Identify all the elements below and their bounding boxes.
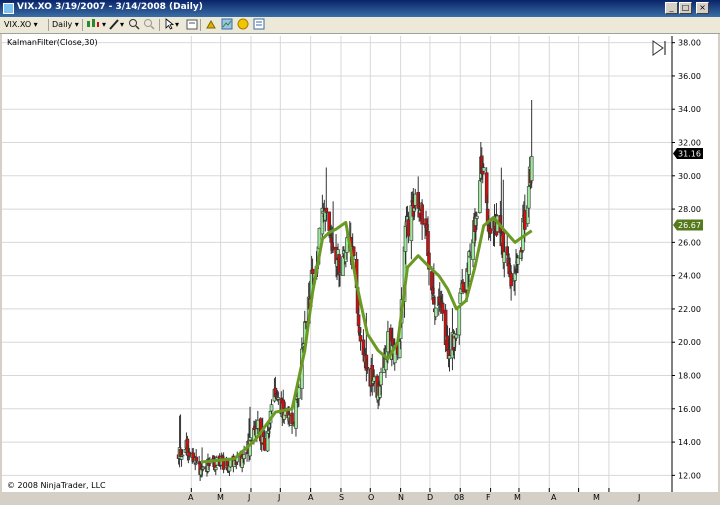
kalman-value: 26.67	[678, 221, 701, 230]
cursor-pointer-icon[interactable]	[164, 18, 175, 32]
interval-selector[interactable]: Daily ▾	[52, 18, 79, 32]
time-tick-label: D	[427, 493, 434, 502]
candlestick-series	[176, 100, 534, 481]
time-tick-label: S	[339, 493, 345, 502]
candle-bar	[529, 100, 534, 188]
interval-label: Daily	[52, 20, 73, 29]
chevron-down-icon: ▾	[74, 20, 79, 29]
chevron-down-icon[interactable]: ▾	[120, 18, 124, 32]
maximize-button[interactable]: □	[679, 2, 692, 14]
time-tick-label: J	[278, 493, 281, 502]
price-tick-label: 18.00	[678, 372, 701, 381]
chart-toolbar: VIX.XO ▾ Daily ▾ ▾ ▾ ▾	[0, 17, 720, 34]
time-tick-label: A	[551, 493, 557, 502]
price-tick-label: 30.00	[678, 172, 701, 181]
refresh-icon[interactable]	[237, 18, 249, 32]
price-tick-label: 32.00	[678, 139, 701, 148]
zoom-out-icon[interactable]	[143, 18, 155, 32]
copyright-label: © 2008 NinjaTrader, LLC	[7, 481, 106, 490]
instrument-selector[interactable]: VIX.XO ▾	[4, 18, 38, 32]
price-tick-label: 36.00	[678, 72, 701, 81]
properties-icon[interactable]	[221, 18, 233, 32]
last-price-badge: 31.16	[673, 148, 703, 159]
toolbar-divider	[82, 19, 83, 31]
window-title: VIX.XO 3/19/2007 - 3/14/2008 (Daily)	[17, 2, 203, 12]
chart-window-icon	[3, 3, 14, 14]
price-tick-label: 12.00	[678, 471, 701, 480]
candlestick-chart[interactable]: 12.00 14.00 16.00 18.00 20.00 22.00 24.00 26.00…	[2, 34, 718, 492]
price-tick-label: 38.00	[678, 39, 701, 48]
time-tick-label: J	[638, 493, 641, 502]
price-axis: 12.00 14.00 16.00 18.00 20.00 22.00 24.00 26.00…	[672, 39, 701, 480]
time-axis-labels: A M J J A S O N D 08 F M A M J	[0, 493, 720, 505]
data-box-icon[interactable]	[186, 18, 198, 32]
price-tick-label: 14.00	[678, 438, 701, 447]
time-tick-label: M	[593, 493, 600, 502]
price-tick-label: 20.00	[678, 338, 701, 347]
time-tick-label: A	[188, 493, 194, 502]
time-tick-label: N	[398, 493, 404, 502]
time-tick-label: O	[368, 493, 375, 502]
toolbar-divider	[48, 19, 49, 31]
strategies-icon[interactable]	[205, 18, 217, 32]
time-tick-label: J	[248, 493, 251, 502]
time-tick-label: A	[308, 493, 314, 502]
toolbar-divider	[200, 19, 201, 31]
time-tick-label: F	[486, 493, 491, 502]
candlestick-style-icon[interactable]	[86, 18, 100, 32]
time-tick-label: 08	[454, 493, 465, 502]
indicators-icon[interactable]	[253, 18, 265, 32]
minimize-button[interactable]: _	[665, 2, 678, 14]
kalman-value-badge: 26.67	[673, 219, 703, 231]
close-button[interactable]: ×	[696, 2, 709, 14]
last-price-value: 31.16	[678, 150, 701, 159]
price-tick-label: 34.00	[678, 105, 701, 114]
chevron-down-icon[interactable]: ▾	[102, 18, 106, 32]
instrument-label: VIX.XO	[4, 20, 32, 29]
window-titlebar[interactable]: VIX.XO 3/19/2007 - 3/14/2008 (Daily) _ □…	[0, 0, 720, 17]
chevron-down-icon[interactable]: ▾	[175, 18, 179, 32]
price-tick-label: 16.00	[678, 405, 701, 414]
time-tick-label: M	[217, 493, 224, 502]
time-tick-label: M	[514, 493, 521, 502]
candle-bar	[420, 199, 424, 241]
price-tick-label: 24.00	[678, 272, 701, 281]
chevron-down-icon: ▾	[33, 20, 38, 29]
price-tick-label: 26.00	[678, 238, 701, 247]
price-tick-label: 28.00	[678, 205, 701, 214]
price-tick-label: 22.00	[678, 305, 701, 314]
toolbar-divider	[159, 19, 160, 31]
chart-panel[interactable]: 12.00 14.00 16.00 18.00 20.00 22.00 24.00 26.00…	[2, 34, 718, 492]
pencil-draw-icon[interactable]	[108, 18, 120, 32]
indicator-label: KalmanFilter(Close,30)	[7, 38, 98, 47]
candle-bar	[290, 409, 294, 434]
zoom-in-icon[interactable]	[128, 18, 140, 32]
